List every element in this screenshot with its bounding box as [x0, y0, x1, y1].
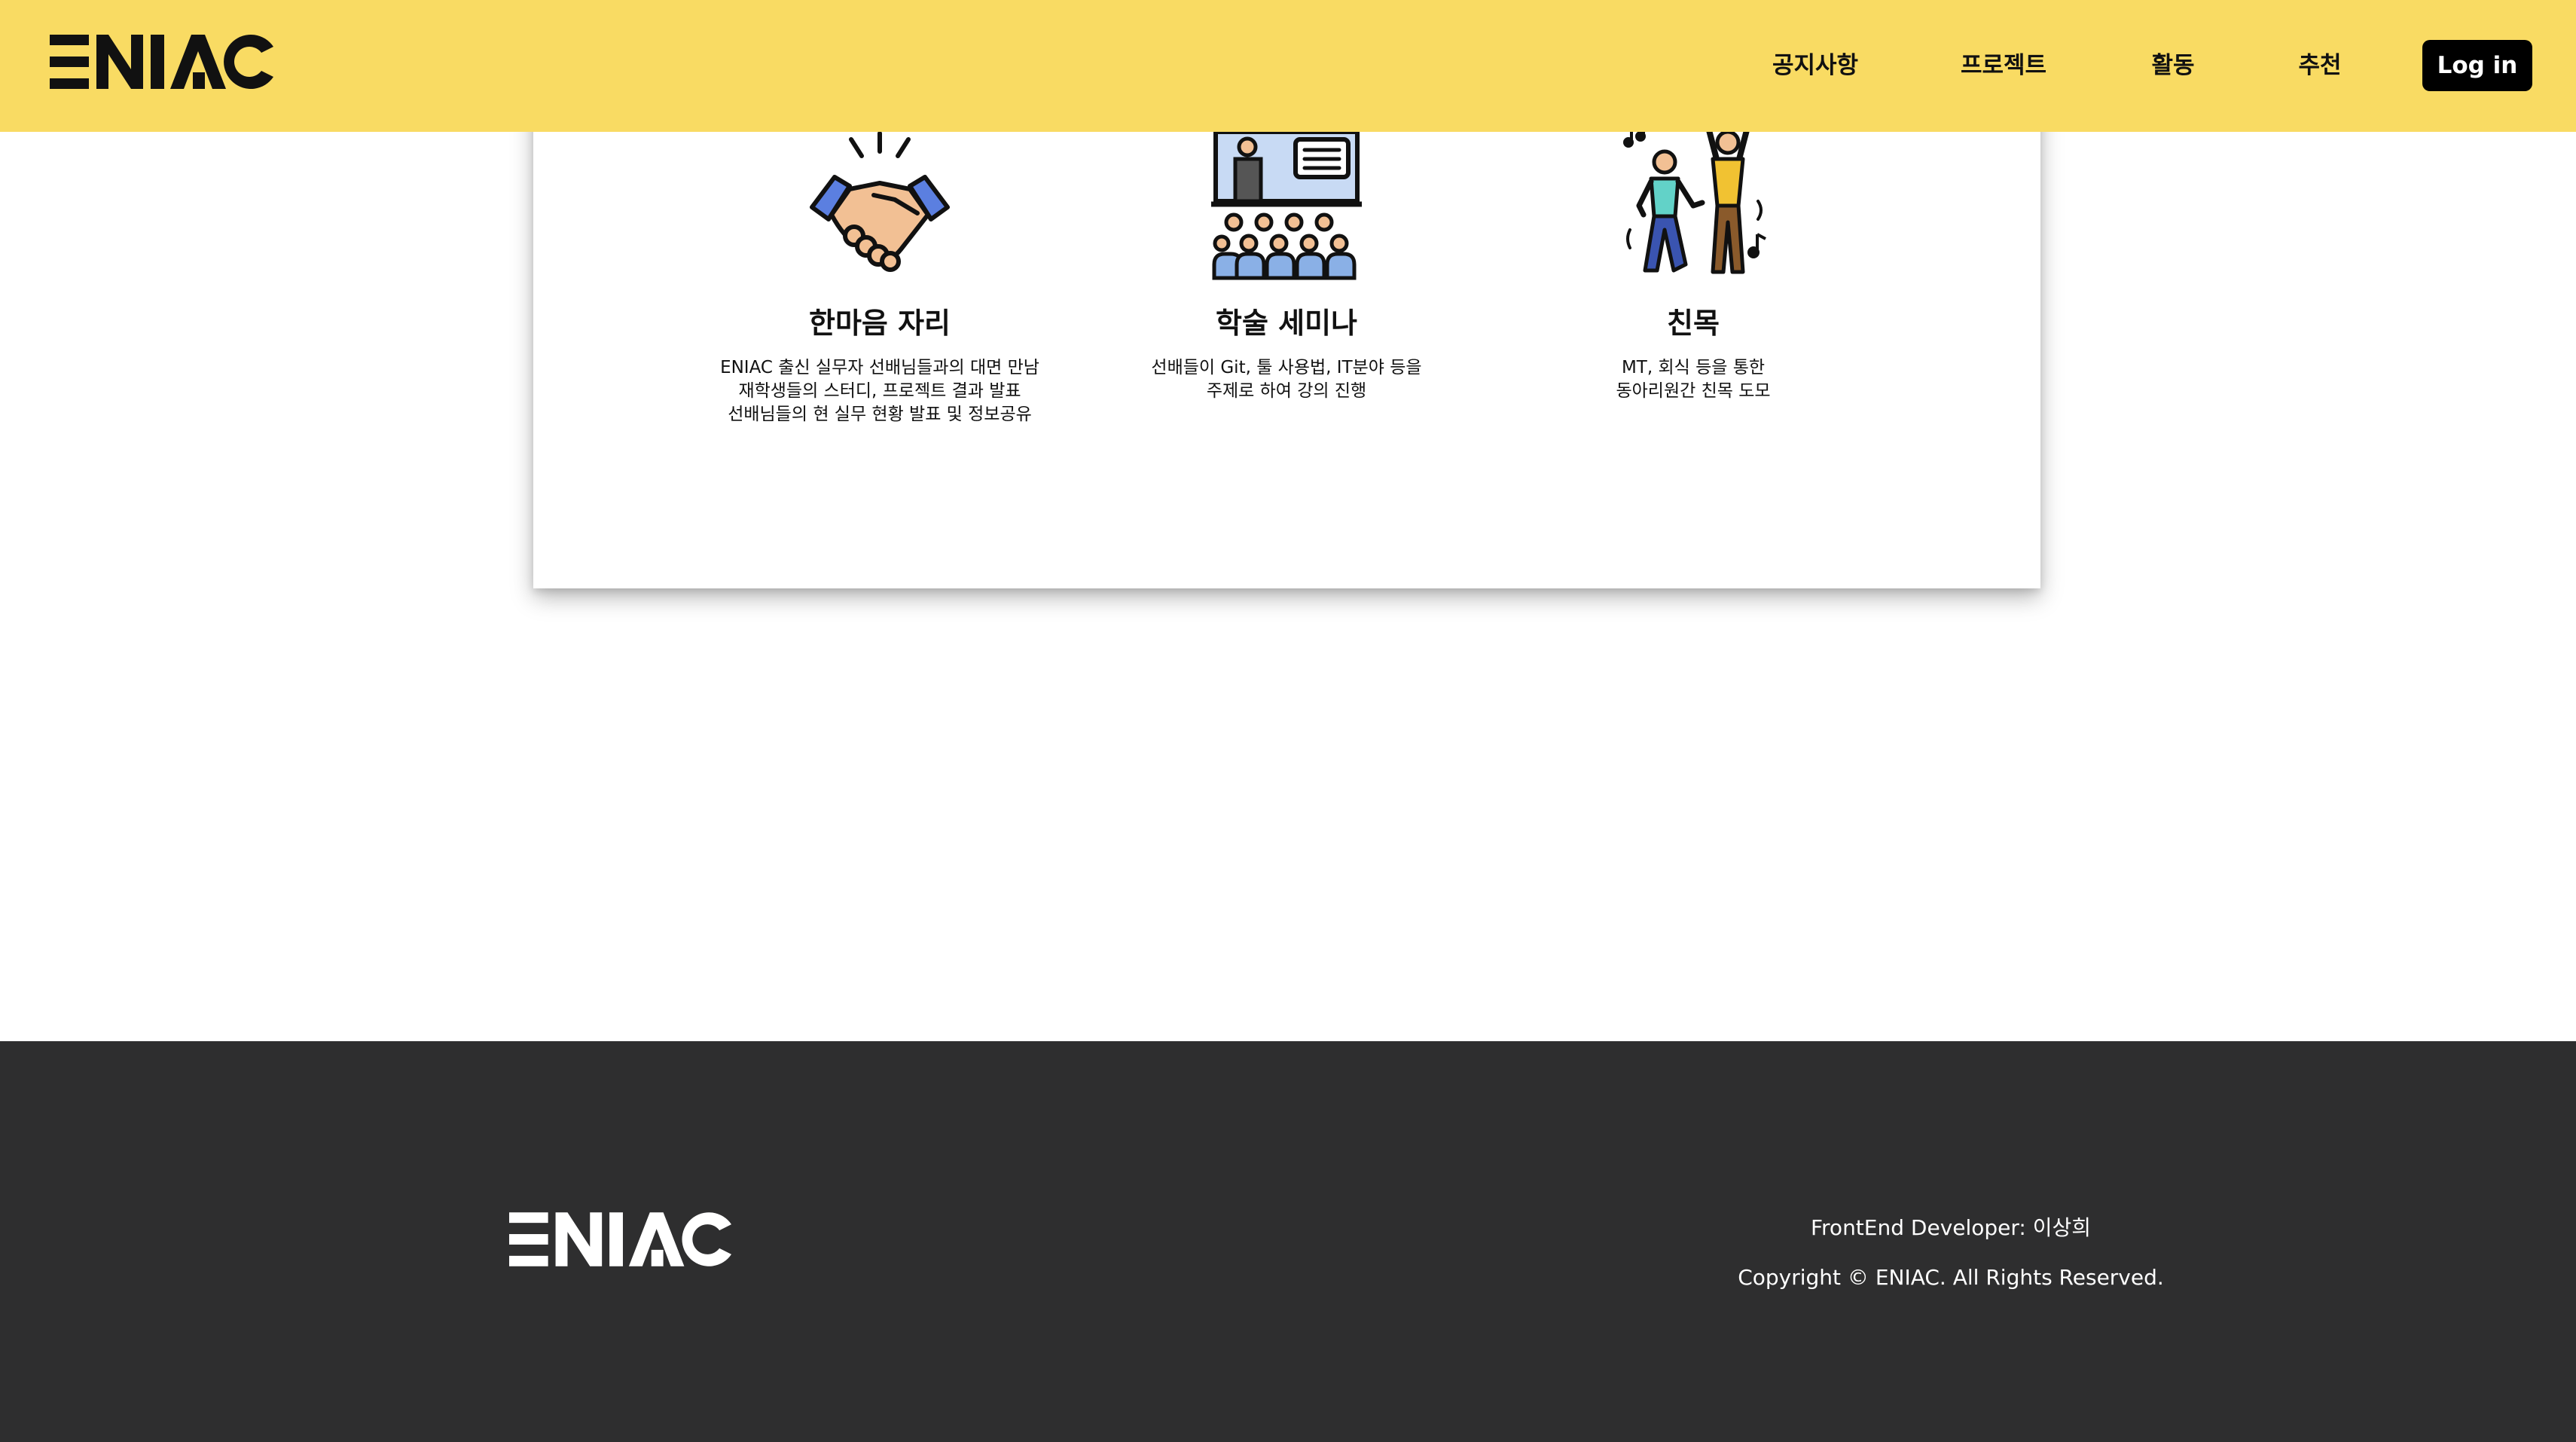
- footer-copyright: Copyright © ENIAC. All Rights Reserved.: [1738, 1265, 2164, 1290]
- nav-notice[interactable]: 공지사항: [1763, 47, 1868, 84]
- footer-developer: FrontEnd Developer: 이상희: [1810, 1215, 2092, 1240]
- nav-project[interactable]: 프로젝트: [1951, 47, 2056, 84]
- activity-description: ENIAC 출신 실무자 선배님들과의 대면 만남 재학생들의 스터디, 프로젝…: [720, 357, 1039, 424]
- dancing-people-icon: [1623, 121, 1766, 274]
- activity-card: 한마음 자리 ENIAC 출신 실무자 선배님들과의 대면 만남 재학생들의 스…: [533, 75, 2040, 588]
- login-button[interactable]: Log in: [2422, 40, 2532, 91]
- nav-activity[interactable]: 활동: [2139, 47, 2207, 84]
- nav-recommend[interactable]: 추천: [2286, 47, 2354, 84]
- activity-title: 한마음 자리: [808, 307, 951, 340]
- footer: FrontEnd Developer: 이상희 Copyright © ENIA…: [0, 1041, 2576, 1442]
- activity-title: 친목: [1667, 307, 1720, 340]
- eniac-logo[interactable]: [50, 35, 273, 89]
- top-header: 공지사항 프로젝트 활동 추천 Log in: [0, 0, 2576, 132]
- activity-description: 선배들이 Git, 툴 사용법, IT분야 등을 주제로 하여 강의 진행: [1151, 357, 1422, 401]
- activity-item: 친목 MT, 회식 등을 통한 동아리원간 친목 도모: [1490, 117, 1897, 403]
- eniac-footer-logo: [509, 1212, 731, 1266]
- activity-item: 한마음 자리 ENIAC 출신 실무자 선배님들과의 대면 만남 재학생들의 스…: [676, 117, 1083, 426]
- seminar-icon: [1211, 130, 1362, 280]
- activity-item: 학술 세미나 선배들이 Git, 툴 사용법, IT분야 등을 주제로 하여 강…: [1083, 117, 1490, 403]
- activity-title: 학술 세미나: [1215, 307, 1358, 340]
- handshake-icon: [810, 131, 950, 272]
- activity-description: MT, 회식 등을 통한 동아리원간 친목 도모: [1616, 357, 1771, 401]
